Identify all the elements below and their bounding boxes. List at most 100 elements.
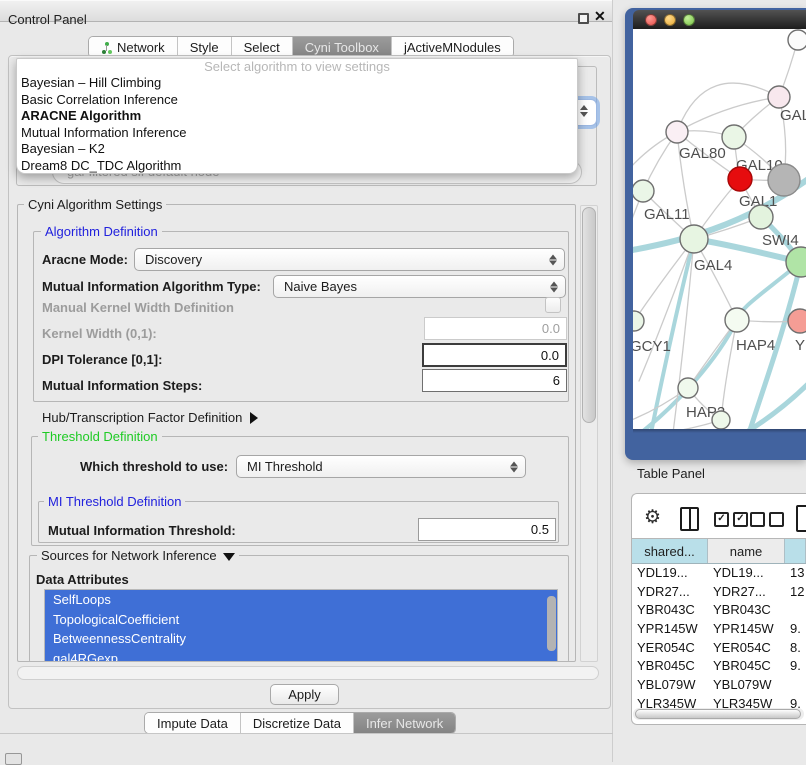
deselect-all-columns-icon[interactable] (750, 512, 784, 527)
data-attributes-label: Data Attributes (36, 572, 129, 587)
node-label: GAL4 (694, 257, 732, 274)
combo-stepper-icon (549, 254, 557, 265)
attribute-option-gal4rgexp[interactable]: gal4RGexp (45, 649, 557, 663)
unchecked-box-icon (769, 512, 784, 527)
select-all-columns-icon[interactable]: ✓✓ (714, 512, 748, 527)
aracne-mode-combo[interactable]: Discovery (134, 248, 565, 271)
table-horizontal-scrollbar-thumb[interactable] (635, 709, 801, 719)
network-canvas[interactable]: GALGAL80GAL10GAL1GAL11SWI4GAL4GCY1HAP4YH… (633, 29, 806, 429)
network-view[interactable]: GALGAL80GAL10GAL1GAL11SWI4GAL4GCY1HAP4YH… (633, 29, 806, 429)
mi-algorithm-type-combo[interactable]: Naive Bayes (273, 275, 566, 298)
table-row[interactable]: YDR27...YDR27...12 (632, 583, 806, 602)
close-panel-icon[interactable]: ✕ (594, 8, 606, 25)
column-header[interactable]: name (708, 539, 785, 563)
tab-style[interactable]: Style (177, 37, 231, 57)
page: Control Panel ✕ NetworkStyleSelectCyni T… (0, 0, 806, 762)
data-attributes-list[interactable]: SelfLoopsTopologicalCoefficientBetweenne… (44, 589, 558, 662)
column-header[interactable] (785, 539, 806, 563)
dpi-tolerance-field[interactable] (422, 343, 567, 367)
mi-steps-field[interactable] (422, 369, 567, 392)
float-panel-icon[interactable] (578, 13, 589, 24)
minimize-window-icon[interactable] (664, 14, 676, 26)
table-cell: 8. (785, 639, 806, 658)
attribute-option-betweennesscentrality[interactable]: BetweennessCentrality (45, 629, 557, 649)
aracne-mode-value: Discovery (145, 252, 202, 267)
table-cell: 12 (785, 583, 806, 602)
collapsed-panel-icon[interactable] (5, 753, 22, 765)
algorithm-option-dream8-dc-tdc-algorithm[interactable]: Dream8 DC_TDC Algorithm (17, 158, 577, 175)
network-node-gal10[interactable] (722, 125, 746, 149)
algorithm-option-aracne-algorithm[interactable]: ARACNE Algorithm (17, 108, 577, 125)
combo-stepper-icon (510, 461, 518, 472)
tab-select[interactable]: Select (231, 37, 292, 57)
sources-expander[interactable]: Sources for Network Inference (37, 548, 239, 563)
mi-steps-label: Mutual Information Steps: (42, 378, 202, 393)
network-node-gal[interactable] (768, 86, 790, 108)
window-inner-shadow (633, 429, 806, 433)
control-panel-bottom-edge (0, 733, 613, 734)
gear-icon[interactable]: ⚙ (644, 505, 661, 531)
partial-toolbar-icon[interactable] (796, 505, 806, 532)
dpi-tolerance-label: DPI Tolerance [0,1]: (42, 352, 162, 367)
checked-box-icon: ✓ (733, 512, 748, 527)
table-cell: YER054C (708, 639, 785, 658)
which-threshold-combo[interactable]: MI Threshold (236, 455, 526, 478)
node-label: Y (795, 337, 805, 354)
control-panel-titlebar (0, 0, 613, 22)
table-row[interactable]: YPR145WYPR145W9. (632, 620, 806, 639)
tab-infer-network[interactable]: Infer Network (353, 713, 455, 733)
control-panel-title: Control Panel (8, 10, 87, 30)
close-window-icon[interactable] (645, 14, 657, 26)
table-row[interactable]: YLR345WYLR345W9. (632, 695, 806, 708)
network-node[interactable] (712, 411, 730, 429)
hub-definition-expander[interactable]: Hub/Transcription Factor Definition (42, 410, 258, 425)
sources-title: Sources for Network Inference (41, 548, 217, 563)
algorithm-option-basic-correlation-inference[interactable]: Basic Correlation Inference (17, 92, 577, 109)
tab-network[interactable]: Network (89, 37, 177, 57)
algorithm-option-bayesian-hill-climbing[interactable]: Bayesian – Hill Climbing (17, 75, 577, 92)
table-cell: YLR345W (632, 695, 708, 708)
network-node-swi4[interactable] (749, 205, 773, 229)
manual-kernel-width-checkbox[interactable] (545, 297, 561, 313)
attribute-option-selfloops[interactable]: SelfLoops (45, 590, 557, 610)
settings-vertical-scrollbar-thumb[interactable] (582, 207, 596, 423)
network-node-gal11[interactable] (633, 180, 654, 202)
network-node[interactable] (788, 30, 806, 50)
node-label: SWI4 (762, 232, 799, 249)
tab-discretize-data[interactable]: Discretize Data (240, 713, 353, 733)
tab-cyni-toolbox[interactable]: Cyni Toolbox (292, 37, 391, 57)
table-row[interactable]: YBL079WYBL079W (632, 676, 806, 695)
network-node[interactable] (768, 164, 800, 196)
bottom-tab-bar: Impute DataDiscretize DataInfer Network (144, 712, 456, 734)
network-node-gal4[interactable] (680, 225, 708, 253)
table-row[interactable]: YBR043CYBR043C (632, 601, 806, 620)
network-node-hap4[interactable] (725, 308, 749, 332)
network-node-gcy1[interactable] (633, 311, 644, 331)
zoom-window-icon[interactable] (683, 14, 695, 26)
combo-stepper-icon (580, 105, 588, 117)
table-cell: 13 (785, 564, 806, 583)
table-row[interactable]: YDL19...YDL19...13 (632, 564, 806, 583)
network-node-gal1[interactable] (728, 167, 752, 191)
network-node-gal80[interactable] (666, 121, 688, 143)
algorithm-option-mutual-information-inference[interactable]: Mutual Information Inference (17, 125, 577, 142)
network-node-y[interactable] (788, 309, 806, 333)
mi-threshold-field[interactable] (418, 518, 556, 541)
tab-impute-data[interactable]: Impute Data (145, 713, 240, 733)
kernel-width-field[interactable] (424, 317, 567, 340)
apply-button[interactable]: Apply (270, 684, 339, 705)
algorithm-option-bayesian-k2[interactable]: Bayesian – K2 (17, 141, 577, 158)
settings-horizontal-scrollbar[interactable] (17, 666, 599, 680)
network-window-titlebar[interactable] (633, 10, 806, 29)
table-row[interactable]: YBR045CYBR045C9. (632, 657, 806, 676)
algorithm-definition-title: Algorithm Definition (41, 224, 162, 239)
tab-jactivemnodules[interactable]: jActiveMNodules (391, 37, 513, 57)
table-cell: YBR043C (708, 601, 785, 620)
column-header[interactable]: shared... (632, 539, 708, 563)
columns-icon[interactable] (680, 507, 699, 531)
network-node-hap2[interactable] (678, 378, 698, 398)
attributes-scrollbar-thumb[interactable] (547, 596, 556, 651)
table-row[interactable]: YER054CYER054C8. (632, 639, 806, 658)
hub-definition-label: Hub/Transcription Factor Definition (42, 410, 242, 425)
attribute-option-topologicalcoefficient[interactable]: TopologicalCoefficient (45, 610, 557, 630)
